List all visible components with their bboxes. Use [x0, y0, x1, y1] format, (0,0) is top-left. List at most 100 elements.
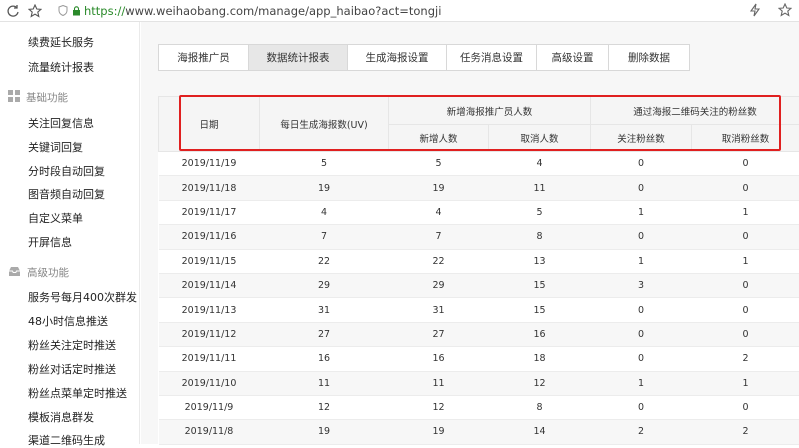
- tab-statistics-report[interactable]: 数据统计报表: [248, 44, 347, 71]
- cell-follow-fans: 1: [591, 249, 692, 273]
- cell-cancel-count: 14: [489, 420, 591, 444]
- reload-icon[interactable]: [4, 2, 22, 20]
- cell-date: 2019/11/8: [159, 420, 260, 444]
- cell-follow-fans: 0: [591, 395, 692, 419]
- table-body: 2019/11/19554002019/11/18191911002019/11…: [159, 152, 799, 445]
- cell-new-count: 29: [389, 273, 489, 297]
- table-row: 2019/11/1116161802: [159, 347, 799, 371]
- cell-cancel-count: 4: [489, 152, 591, 176]
- cell-cancel-count: 18: [489, 347, 591, 371]
- tab-delete-data[interactable]: 删除数据: [608, 44, 690, 71]
- cell-follow-fans: 0: [591, 347, 692, 371]
- browser-toolbar: https://www.weihaobang.com/manage/app_ha…: [0, 0, 799, 22]
- cell-date: 2019/11/11: [159, 347, 260, 371]
- cell-new-count: 7: [389, 225, 489, 249]
- cell-follow-fans: 0: [591, 298, 692, 322]
- header-date: 日期: [159, 97, 260, 152]
- cell-cancel-fans: 1: [692, 371, 799, 395]
- cell-cancel-fans: 1: [692, 200, 799, 224]
- cell-cancel-fans: 0: [692, 298, 799, 322]
- inbox-icon: [8, 266, 21, 280]
- cell-cancel-fans: 0: [692, 176, 799, 200]
- sidebar-item-splash[interactable]: 开屏信息: [28, 234, 72, 250]
- sidebar-item-traffic-report[interactable]: 流量统计报表: [28, 59, 94, 75]
- sidebar-item-template-send[interactable]: 模板消息群发: [28, 409, 94, 425]
- favorite-star-icon[interactable]: [777, 2, 793, 18]
- cell-new-count: 19: [389, 420, 489, 444]
- cell-date: 2019/11/15: [159, 249, 260, 273]
- address-bar[interactable]: https://www.weihaobang.com/manage/app_ha…: [58, 0, 441, 22]
- cell-date: 2019/11/10: [159, 371, 260, 395]
- table-row: 2019/11/1677800: [159, 225, 799, 249]
- cell-daily-posters: 31: [260, 298, 389, 322]
- bookmark-star-icon[interactable]: [26, 2, 44, 20]
- table-row: 2019/11/91212800: [159, 395, 799, 419]
- cell-cancel-fans: 0: [692, 273, 799, 297]
- sidebar-item-channel-qrcode[interactable]: 渠道二维码生成: [28, 432, 105, 448]
- cell-cancel-fans: 0: [692, 225, 799, 249]
- table-row: 2019/11/1522221311: [159, 249, 799, 273]
- sidebar-item-menu-push[interactable]: 粉丝点菜单定时推送: [28, 385, 127, 401]
- lock-icon: [72, 1, 81, 20]
- sidebar-item-timed-reply[interactable]: 分时段自动回复: [28, 163, 105, 179]
- cell-daily-posters: 16: [260, 347, 389, 371]
- cell-cancel-count: 11: [489, 176, 591, 200]
- grid-icon: [8, 90, 20, 105]
- tab-poster-settings[interactable]: 生成海报设置: [347, 44, 446, 71]
- cell-new-count: 12: [389, 395, 489, 419]
- sidebar: 续费延长服务 流量统计报表 基础功能 关注回复信息 关键词回复 分时段自动回复 …: [0, 22, 140, 444]
- cell-new-count: 5: [389, 152, 489, 176]
- sidebar-item-keyword-reply[interactable]: 关键词回复: [28, 139, 83, 155]
- sidebar-item-renew[interactable]: 续费延长服务: [28, 34, 94, 50]
- cell-date: 2019/11/19: [159, 152, 260, 176]
- cell-date: 2019/11/9: [159, 395, 260, 419]
- sidebar-item-follow-reply[interactable]: 关注回复信息: [28, 115, 94, 131]
- cell-daily-posters: 19: [260, 420, 389, 444]
- tab-poster-promoters[interactable]: 海报推广员: [158, 44, 248, 71]
- cell-cancel-count: 16: [489, 322, 591, 346]
- sidebar-item-mass-send[interactable]: 服务号每月400次群发: [28, 289, 137, 305]
- cell-follow-fans: 3: [591, 273, 692, 297]
- sidebar-item-follow-push[interactable]: 粉丝关注定时推送: [28, 337, 116, 353]
- sidebar-section-title: 基础功能: [26, 90, 68, 105]
- cell-cancel-count: 15: [489, 273, 591, 297]
- tab-advanced-settings[interactable]: 高级设置: [536, 44, 608, 71]
- cell-daily-posters: 11: [260, 371, 389, 395]
- sidebar-section-title: 高级功能: [27, 265, 69, 280]
- header-cancel-fans: 取消粉丝数: [692, 125, 799, 152]
- url-scheme: https://: [84, 4, 125, 18]
- table-row: 2019/11/1429291530: [159, 273, 799, 297]
- sidebar-section-advanced: 高级功能: [8, 265, 69, 280]
- tab-task-message-settings[interactable]: 任务消息设置: [446, 44, 536, 71]
- sidebar-item-custom-menu[interactable]: 自定义菜单: [28, 210, 83, 226]
- sidebar-item-dialog-push[interactable]: 粉丝对话定时推送: [28, 361, 116, 377]
- table-row: 2019/11/1744511: [159, 200, 799, 224]
- statistics-table-panel: 日期 每日生成海报数(UV) 新增海报推广员人数 通过海报二维码关注的粉丝数 新…: [158, 96, 799, 444]
- cell-cancel-fans: 2: [692, 347, 799, 371]
- cell-date: 2019/11/13: [159, 298, 260, 322]
- cell-daily-posters: 22: [260, 249, 389, 273]
- cell-cancel-fans: 1: [692, 249, 799, 273]
- table-row: 2019/11/1819191100: [159, 176, 799, 200]
- lightning-icon[interactable]: [747, 2, 763, 18]
- cell-follow-fans: 2: [591, 420, 692, 444]
- header-daily-posters: 每日生成海报数(UV): [260, 97, 389, 152]
- cell-cancel-count: 8: [489, 395, 591, 419]
- sidebar-item-media-reply[interactable]: 图音频自动回复: [28, 186, 105, 202]
- header-group-new-promoters: 新增海报推广员人数: [389, 97, 591, 125]
- table-row: 2019/11/1955400: [159, 152, 799, 176]
- cell-cancel-fans: 0: [692, 322, 799, 346]
- statistics-table: 日期 每日生成海报数(UV) 新增海报推广员人数 通过海报二维码关注的粉丝数 新…: [158, 96, 799, 445]
- cell-date: 2019/11/16: [159, 225, 260, 249]
- cell-date: 2019/11/12: [159, 322, 260, 346]
- cell-date: 2019/11/18: [159, 176, 260, 200]
- cell-daily-posters: 19: [260, 176, 389, 200]
- cell-cancel-count: 15: [489, 298, 591, 322]
- cell-daily-posters: 29: [260, 273, 389, 297]
- cell-new-count: 27: [389, 322, 489, 346]
- header-group-qr-fans: 通过海报二维码关注的粉丝数: [591, 97, 799, 125]
- cell-daily-posters: 5: [260, 152, 389, 176]
- cell-follow-fans: 0: [591, 225, 692, 249]
- sidebar-item-48h-push[interactable]: 48小时信息推送: [28, 313, 108, 329]
- cell-date: 2019/11/14: [159, 273, 260, 297]
